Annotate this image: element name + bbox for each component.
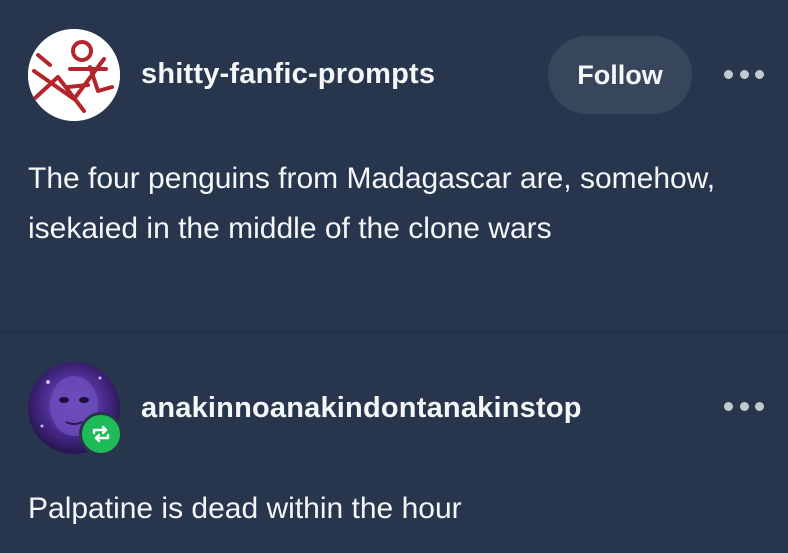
dot xyxy=(739,401,749,411)
reblog-body-text: Palpatine is dead within the hour xyxy=(28,492,462,525)
dot xyxy=(724,69,733,79)
dot xyxy=(755,69,764,79)
avatar-shitty-fanfic-prompts[interactable] xyxy=(28,29,120,121)
reblog-username[interactable]: anakinnoanakindontanakinstop xyxy=(141,392,582,425)
reblog-icon xyxy=(92,425,110,443)
dot xyxy=(724,401,733,411)
follow-button[interactable]: Follow xyxy=(548,36,692,114)
more-options-icon[interactable] xyxy=(724,64,764,84)
reblog-badge xyxy=(79,412,123,456)
dot xyxy=(739,69,749,79)
post-username[interactable]: shitty-fanfic-prompts xyxy=(141,58,435,91)
sketch-avatar-icon xyxy=(28,29,120,121)
post-body-text: The four penguins from Madagascar are, s… xyxy=(28,162,716,245)
more-options-icon[interactable] xyxy=(724,396,764,416)
dot xyxy=(755,401,764,411)
